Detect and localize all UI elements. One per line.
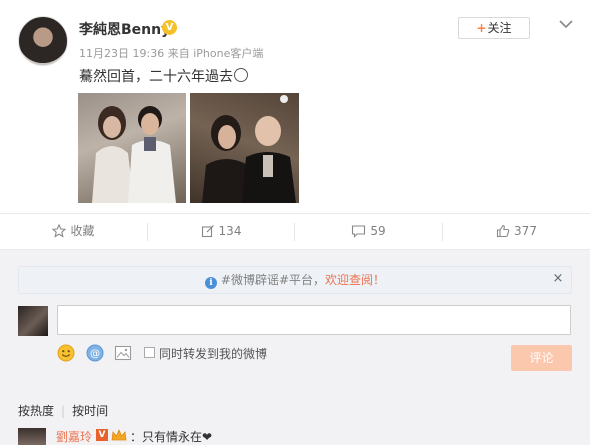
notice-text[interactable]: #微博辟谣#平台，: [221, 273, 325, 287]
smile-emoji-icon: [234, 68, 248, 82]
notice-link[interactable]: 欢迎查阅！: [325, 273, 385, 287]
member-crown-icon: [111, 428, 127, 441]
mention-glyph: @: [90, 349, 100, 360]
like-count: 377: [514, 224, 537, 238]
submit-comment-button[interactable]: 评论: [511, 345, 572, 371]
repost-edit-icon: [201, 225, 214, 238]
sort-divider: |: [61, 404, 66, 418]
author-name[interactable]: 李純恩Benny: [79, 19, 170, 39]
source-prefix: 来自: [167, 47, 190, 60]
post-photo-2[interactable]: [190, 93, 299, 203]
mention-icon[interactable]: @: [86, 344, 104, 362]
sort-by-hot-tab[interactable]: 按热度: [18, 404, 54, 418]
post-meta: 11月23日 19:36 来自 iPhone客户端: [79, 45, 263, 61]
comment-button[interactable]: 59: [295, 214, 442, 249]
post-text: 驀然回首，二十六年過去: [79, 66, 248, 86]
post-photo-1[interactable]: [78, 93, 186, 203]
chevron-down-icon[interactable]: [558, 18, 574, 30]
image-icon[interactable]: [114, 344, 132, 362]
repost-checkbox[interactable]: [144, 347, 155, 358]
thumbs-up-icon: [496, 224, 510, 238]
comment-bubble-icon: [352, 225, 366, 238]
comment-count: 59: [370, 224, 386, 238]
rumor-notice-bar: i #微博辟谣#平台，欢迎查阅！: [18, 266, 572, 294]
post-source[interactable]: iPhone客户端: [193, 47, 263, 60]
info-icon: i: [204, 277, 217, 289]
comment-text: ：只有情永在❤: [130, 430, 213, 444]
commenter-avatar[interactable]: [18, 428, 46, 445]
close-icon[interactable]: ×: [551, 270, 565, 288]
comment-input[interactable]: [57, 305, 571, 335]
comment-sort-tabs: 按热度 | 按时间: [18, 402, 108, 419]
sort-by-time-tab[interactable]: 按时间: [72, 404, 108, 418]
follow-label: 关注: [487, 21, 512, 35]
post-action-bar: 收藏 134 59 377: [0, 213, 590, 250]
star-icon: [52, 223, 67, 238]
post-time[interactable]: 11月23日 19:36: [79, 47, 164, 60]
repost-checkbox-label[interactable]: 同时转发到我的微博: [159, 345, 267, 362]
photo-1-illustration: [92, 106, 176, 203]
commenter-name[interactable]: 劉嘉玲: [56, 428, 92, 445]
commenter-verified-icon: V: [96, 429, 108, 441]
favorite-button[interactable]: 收藏: [0, 214, 147, 249]
repost-count: 134: [218, 224, 242, 238]
verified-badge-icon: V: [162, 20, 177, 35]
current-user-avatar: [18, 306, 48, 336]
follow-button[interactable]: +关注: [458, 17, 530, 39]
photo-2-illustration: [190, 93, 299, 203]
plus-icon: +: [476, 21, 487, 35]
favorite-label: 收藏: [70, 224, 95, 238]
author-avatar[interactable]: [18, 16, 68, 66]
post-text-content: 驀然回首，二十六年過去: [79, 69, 233, 85]
like-button[interactable]: 377: [443, 214, 590, 249]
repost-button[interactable]: 134: [148, 214, 294, 249]
emoji-icon[interactable]: [57, 344, 75, 362]
